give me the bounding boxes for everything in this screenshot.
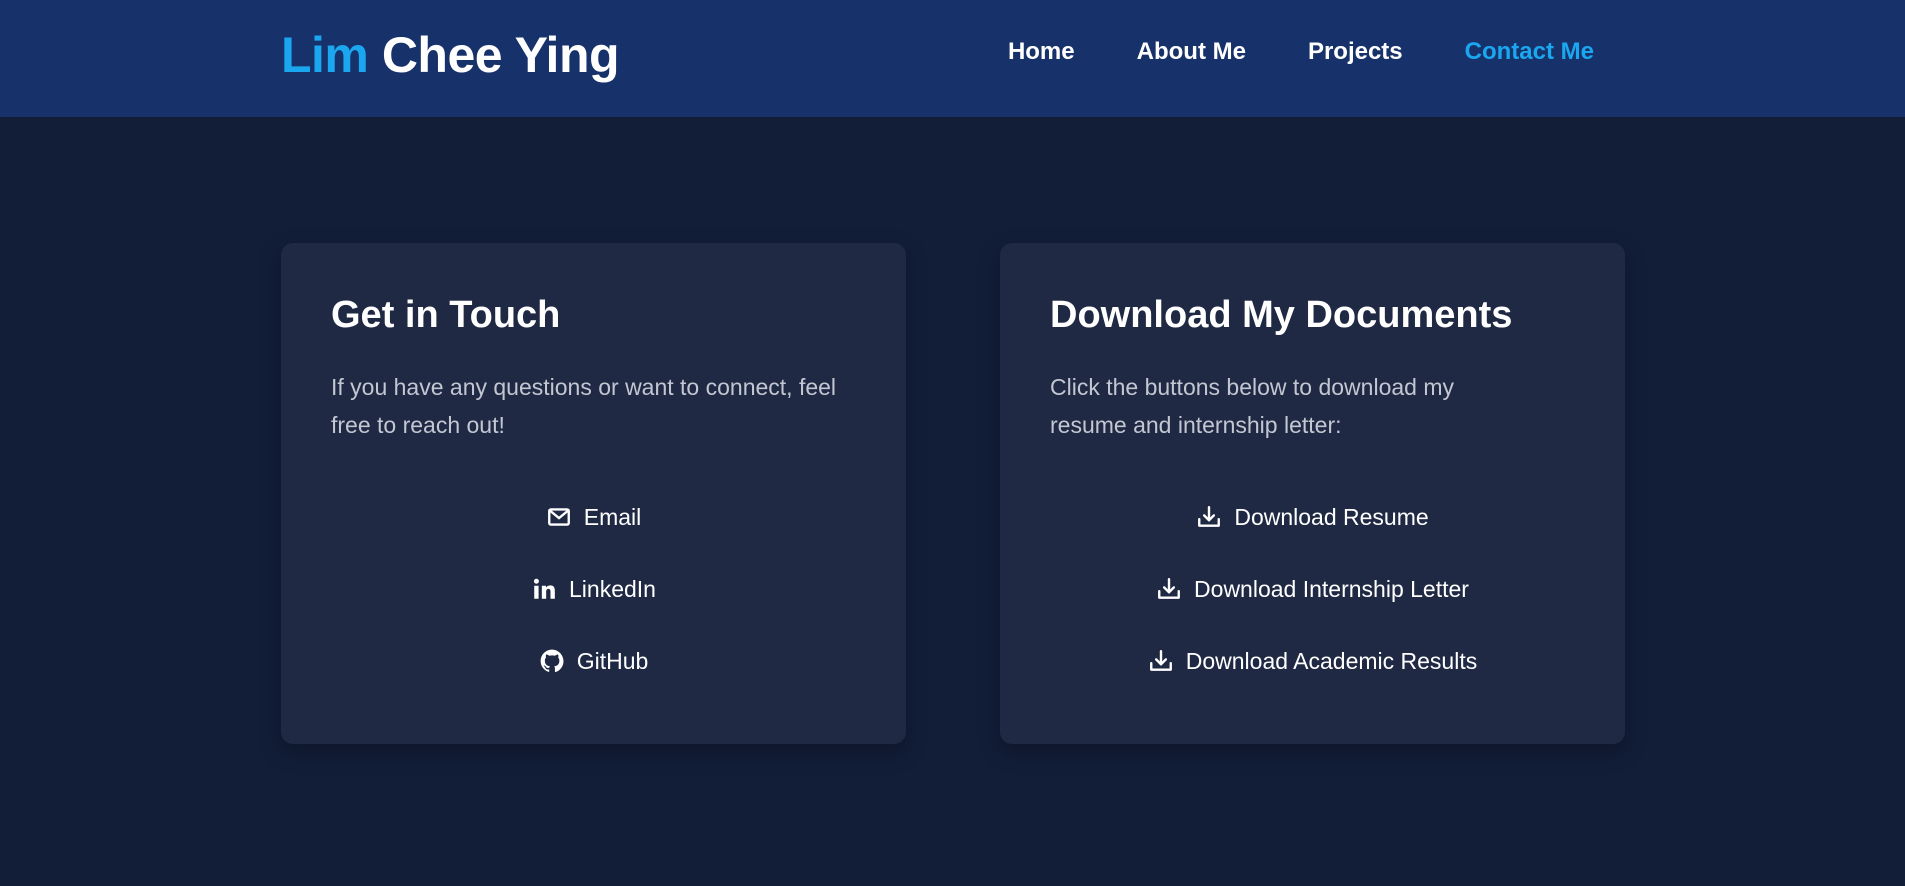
contact-links: Email LinkedIn GitHub [281, 481, 906, 697]
card-description: Click the buttons below to download my r… [1050, 374, 1454, 438]
nav-home[interactable]: Home [1008, 38, 1075, 66]
linkedin-label: LinkedIn [569, 575, 656, 602]
github-label: GitHub [576, 647, 649, 674]
download-resume-button[interactable]: Download Resume [1196, 481, 1429, 553]
top-navbar: Lim Chee Ying Home About Me Projects Con… [0, 0, 1905, 117]
card-title: Get in Touch [331, 294, 561, 336]
email-label: Email [583, 503, 642, 530]
get-in-touch-card: Get in Touch If you have any questions o… [281, 243, 906, 744]
download-links: Download Resume Download Internship Lett… [1000, 481, 1625, 697]
linkedin-icon [531, 576, 557, 602]
download-resume-label: Download Resume [1234, 503, 1429, 530]
site-logo[interactable]: Lim Chee Ying [281, 26, 620, 84]
github-link[interactable]: GitHub [539, 625, 649, 697]
nav-contact-me[interactable]: Contact Me [1465, 38, 1594, 66]
card-title: Download My Documents [1050, 294, 1513, 336]
main-nav: Home About Me Projects Contact Me [1008, 38, 1594, 66]
github-icon [539, 648, 565, 674]
download-academic-results-label: Download Academic Results [1185, 647, 1478, 674]
linkedin-link[interactable]: LinkedIn [531, 553, 656, 625]
nav-about-me[interactable]: About Me [1137, 38, 1246, 66]
download-icon [1156, 576, 1182, 602]
download-icon [1148, 648, 1174, 674]
brand-last-name: Chee Ying [381, 27, 620, 83]
download-academic-results-button[interactable]: Download Academic Results [1148, 625, 1477, 697]
email-link[interactable]: Email [546, 481, 642, 553]
download-internship-letter-label: Download Internship Letter [1194, 575, 1469, 602]
card-description: If you have any questions or want to con… [331, 374, 837, 438]
download-icon [1196, 504, 1222, 530]
nav-projects[interactable]: Projects [1308, 38, 1403, 66]
download-internship-letter-button[interactable]: Download Internship Letter [1156, 553, 1469, 625]
download-documents-card: Download My Documents Click the buttons … [1000, 243, 1625, 744]
brand-first-name: Lim [281, 27, 369, 83]
mail-icon [546, 504, 572, 530]
